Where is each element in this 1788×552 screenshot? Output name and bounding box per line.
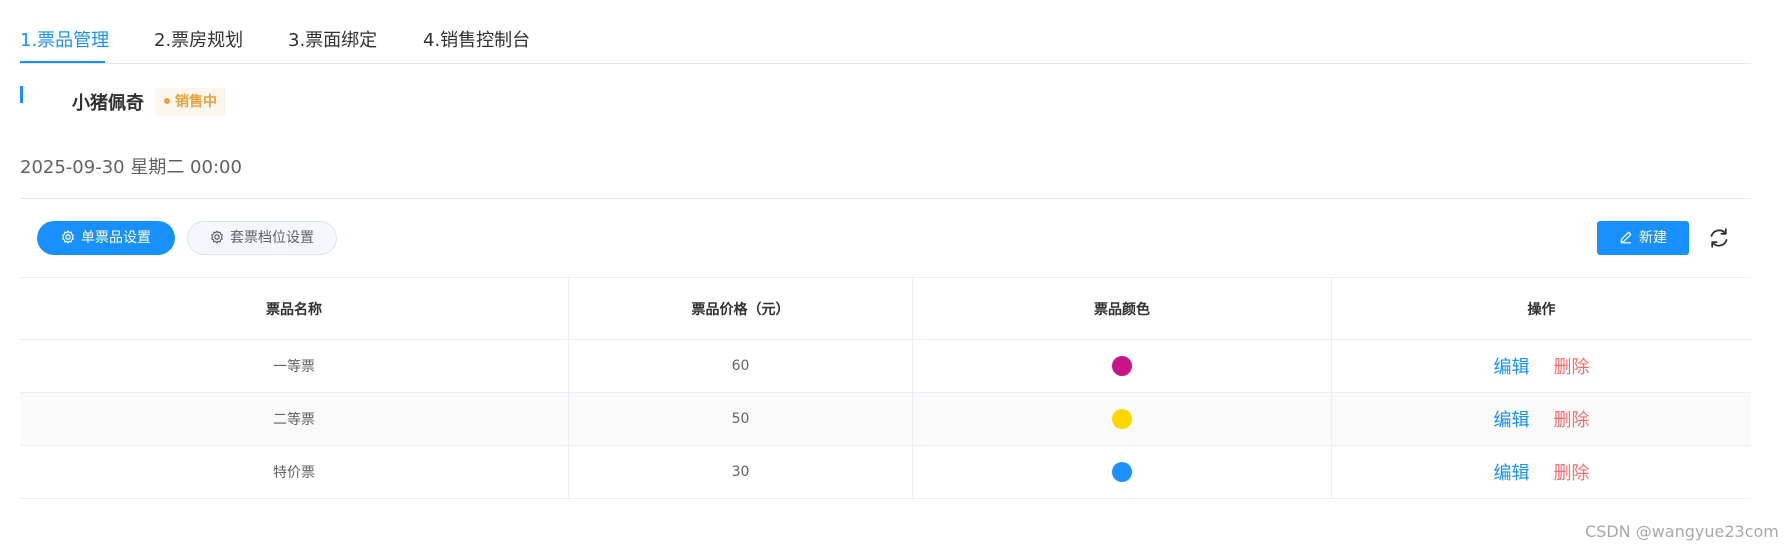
refresh-icon: [1710, 228, 1728, 248]
package-ticket-settings-label: 套票档位设置: [230, 230, 314, 246]
status-badge-label: 销售中: [175, 94, 217, 110]
ticket-price: 30: [569, 446, 913, 498]
ticket-name: 二等票: [20, 393, 569, 445]
new-button[interactable]: 新建: [1597, 221, 1689, 255]
table-row: 一等票 60 编辑 删除: [20, 340, 1751, 393]
edit-link[interactable]: 编辑: [1494, 406, 1530, 432]
edit-link[interactable]: 编辑: [1494, 459, 1530, 485]
new-button-label: 新建: [1639, 230, 1667, 246]
column-header-color: 票品颜色: [913, 278, 1332, 339]
tab-ticket-face-binding[interactable]: 3.票面绑定: [288, 26, 377, 52]
ticket-color-swatch: [1112, 462, 1132, 482]
section-accent-bar: [20, 86, 23, 103]
tab-bar: 1.票品管理 2.票房规划 3.票面绑定 4.销售控制台: [20, 0, 1751, 64]
table-row: 特价票 30 编辑 删除: [20, 446, 1751, 499]
ticket-name: 特价票: [20, 446, 569, 498]
ticket-color-cell: [913, 393, 1332, 445]
ticket-color-cell: [913, 446, 1332, 498]
package-ticket-settings-button[interactable]: 套票档位设置: [187, 221, 337, 255]
ticket-color-cell: [913, 340, 1332, 392]
event-title: 小猪佩奇: [72, 93, 144, 114]
ticket-price: 60: [569, 340, 913, 392]
column-header-actions: 操作: [1527, 301, 1556, 318]
refresh-button[interactable]: [1706, 225, 1732, 251]
actions-cell: 编辑 删除: [1332, 446, 1751, 498]
status-badge: 销售中: [155, 88, 226, 116]
edit-link[interactable]: 编辑: [1494, 353, 1530, 379]
ticket-color-swatch: [1112, 356, 1132, 376]
divider: [20, 198, 1751, 199]
active-tab-indicator: [20, 61, 105, 63]
delete-link[interactable]: 删除: [1554, 353, 1590, 379]
actions-cell: 编辑 删除: [1332, 340, 1751, 392]
pencil-icon: [1620, 231, 1632, 244]
actions-cell: 编辑 删除: [1332, 393, 1751, 445]
gear-icon: [211, 230, 223, 244]
ticket-price: 50: [569, 393, 913, 445]
ticket-color-swatch: [1112, 409, 1132, 429]
single-ticket-settings-label: 单票品设置: [81, 230, 151, 246]
tab-box-office-planning[interactable]: 2.票房规划: [154, 26, 243, 52]
status-dot: [164, 98, 170, 104]
delete-link[interactable]: 删除: [1554, 459, 1590, 485]
tab-sales-console[interactable]: 4.销售控制台: [423, 26, 530, 52]
ticket-table: 票品名称 票品价格（元） 票品颜色 操作 一等票 60 编辑 删除 二等票 50…: [20, 277, 1751, 499]
watermark: CSDN @wangyue23com: [1585, 522, 1779, 541]
tab-ticket-management[interactable]: 1.票品管理: [20, 26, 109, 52]
delete-link[interactable]: 删除: [1554, 406, 1590, 432]
event-date: 2025-09-30 星期二 00:00: [20, 157, 242, 178]
column-header-price: 票品价格（元）: [569, 278, 913, 339]
single-ticket-settings-button[interactable]: 单票品设置: [37, 221, 175, 255]
column-header-name: 票品名称: [20, 278, 569, 339]
gear-icon: [62, 230, 74, 244]
table-header-row: 票品名称 票品价格（元） 票品颜色 操作: [20, 278, 1751, 340]
table-row: 二等票 50 编辑 删除: [20, 393, 1751, 446]
ticket-name: 一等票: [20, 340, 569, 392]
